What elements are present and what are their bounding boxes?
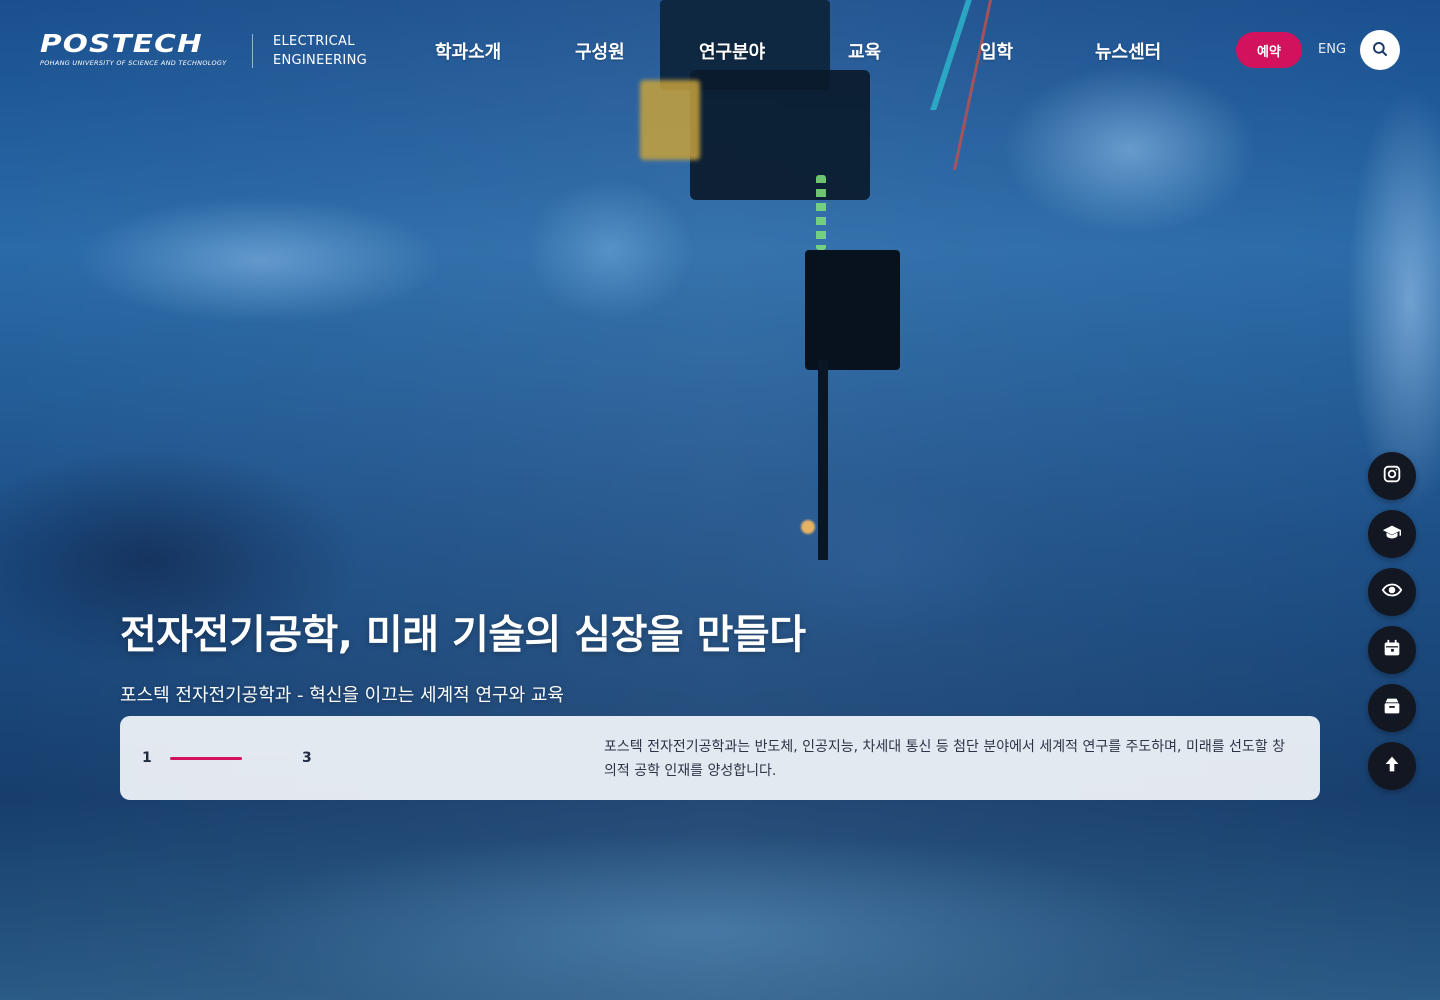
logo-wordmark: POSTECH [40, 29, 203, 58]
site-header: POSTECH POHANG UNIVERSITY OF SCIENCE AND… [0, 0, 1440, 100]
nav-item-people[interactable]: 구성원 [575, 38, 625, 64]
language-switch[interactable]: ENG [1318, 42, 1346, 57]
quick-calendar-button[interactable] [1368, 626, 1416, 674]
slide-progress-bar[interactable] [170, 757, 290, 760]
department-line-2: ENGINEERING [273, 53, 367, 68]
nav-item-about[interactable]: 학과소개 [435, 38, 501, 64]
slide-description: 포스텍 전자전기공학과는 반도체, 인공지능, 차세대 통신 등 첨단 분야에서… [604, 739, 1286, 779]
postech-logo[interactable]: POSTECH POHANG UNIVERSITY OF SCIENCE AND… [40, 31, 240, 68]
quick-menu [1368, 452, 1416, 800]
calendar-icon [1381, 637, 1403, 663]
logo-subtext: POHANG UNIVERSITY OF SCIENCE AND TECHNOL… [40, 59, 227, 67]
hero-background [0, 0, 1440, 1000]
nav-item-education[interactable]: 교육 [848, 38, 881, 64]
scroll-to-top-button[interactable] [1368, 742, 1416, 790]
slide-current-number: 1 [142, 750, 152, 766]
nav-item-research[interactable]: 연구분야 [699, 38, 765, 64]
archive-icon [1381, 695, 1403, 721]
slide-info-panel: 1 3 포스텍 전자전기공학과는 반도체, 인공지능, 차세대 통신 등 첨단 … [120, 716, 1320, 800]
department-line-1: ELECTRICAL [273, 34, 355, 49]
quick-archive-button[interactable] [1368, 684, 1416, 732]
search-icon [1371, 40, 1389, 61]
search-button[interactable] [1360, 30, 1400, 70]
quick-admission-button[interactable] [1368, 510, 1416, 558]
department-name[interactable]: ELECTRICAL ENGINEERING [273, 32, 367, 70]
quick-view-button[interactable] [1368, 568, 1416, 616]
instagram-icon [1381, 463, 1403, 489]
logo-divider [252, 34, 253, 68]
nav-item-news[interactable]: 뉴스센터 [1095, 38, 1161, 64]
slide-total-number: 3 [302, 750, 312, 766]
eye-icon [1381, 579, 1403, 605]
nav-item-admission[interactable]: 입학 [980, 38, 1013, 64]
arrow-up-icon [1381, 753, 1403, 779]
hero-headline: 전자전기공학, 미래 기술의 심장을 만들다 [120, 612, 806, 658]
graduation-cap-icon [1381, 521, 1403, 547]
quick-instagram-button[interactable] [1368, 452, 1416, 500]
slide-progress-fill [170, 757, 242, 760]
reserve-button[interactable]: 예약 [1236, 32, 1302, 68]
hero-subline: 포스텍 전자전기공학과 - 혁신을 이끄는 세계적 연구와 교육 [120, 685, 564, 706]
